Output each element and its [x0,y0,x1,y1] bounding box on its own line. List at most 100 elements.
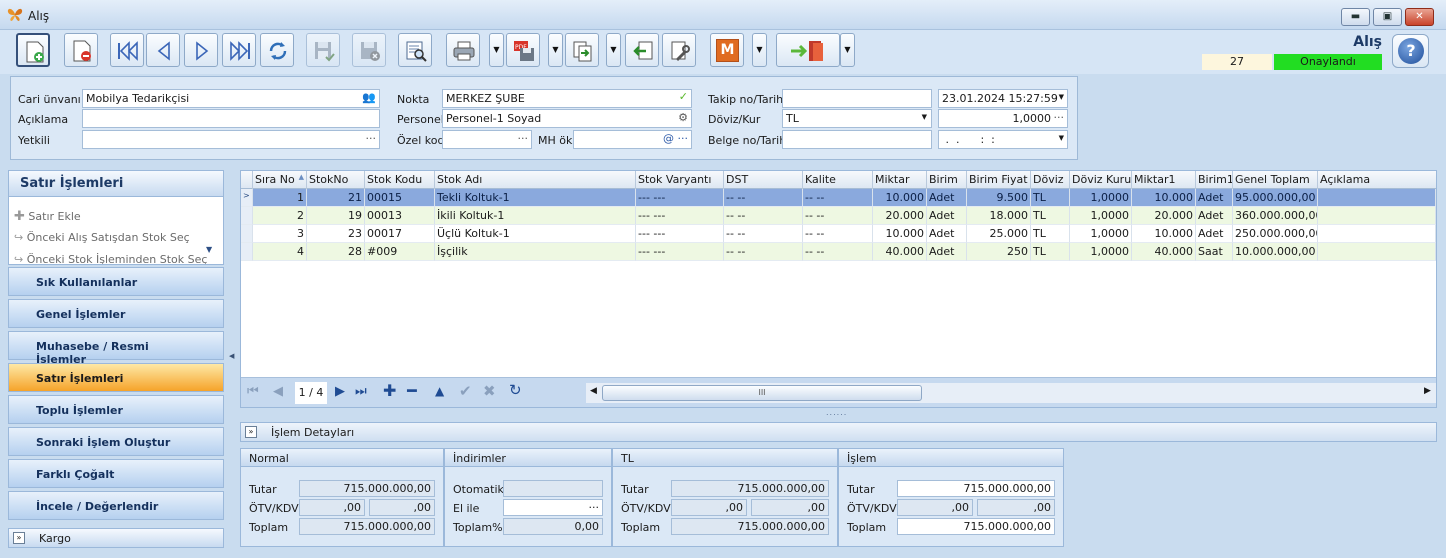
aciklama-field[interactable] [82,109,380,128]
col-header[interactable]: Genel Toplam [1233,171,1318,189]
nav-post-icon[interactable]: ✔ [459,382,472,400]
table-cell[interactable]: 1,0000 [1070,207,1132,225]
nav-satir-islemleri[interactable]: Satır İşlemleri [8,363,224,392]
table-cell[interactable]: İşçilik [435,243,636,261]
previous-record-button[interactable] [146,33,180,67]
belge-date-field[interactable]: . . : : ▼ [938,130,1068,149]
table-cell[interactable]: --- --- [636,225,724,243]
table-cell[interactable]: 4 [253,243,307,261]
col-header[interactable]: Stok Adı [435,171,636,189]
preview-button[interactable] [398,33,432,67]
save-close-button[interactable] [352,33,386,67]
table-cell[interactable]: 40.000 [873,243,927,261]
scroll-down-icon[interactable]: ▼ [206,245,212,254]
doviz-dropdown-icon[interactable]: ▼ [922,113,927,121]
expand-icon[interactable]: » [245,426,257,438]
row-indicator[interactable] [241,225,253,243]
table-cell[interactable]: Adet [1196,207,1233,225]
table-cell[interactable]: 1,0000 [1070,243,1132,261]
table-cell[interactable]: Üçlü Koltuk-1 [435,225,636,243]
table-cell[interactable]: -- -- [803,243,873,261]
takip-field[interactable] [782,89,932,108]
col-header[interactable]: Stok Kodu [365,171,435,189]
row-indicator[interactable] [241,243,253,261]
personel-field[interactable]: Personel-1 Soyad ⚙ [442,109,692,128]
nav-incele[interactable]: İncele / Değerlendir [8,491,224,520]
table-cell[interactable]: 40.000 [1132,243,1196,261]
doviz-select[interactable]: TL ▼ [782,109,932,128]
row-indicator[interactable]: > [241,189,253,207]
table-row[interactable]: >1 21 00015 Tekli Koltuk-1 --- --- -- -- -- --… [241,189,1436,207]
table-cell[interactable]: 10.000 [1132,189,1196,207]
table-cell[interactable]: Saat [1196,243,1233,261]
table-cell[interactable] [1318,243,1436,261]
delete-record-button[interactable] [64,33,98,67]
table-cell[interactable]: 1,0000 [1070,189,1132,207]
transfer-button[interactable] [565,33,599,67]
pdf-dropdown-button[interactable]: ▼ [548,33,563,67]
date-dropdown-icon[interactable]: ▼ [1059,93,1064,101]
next-record-button[interactable] [184,33,218,67]
nav-muhasebe[interactable]: Muhasebe / Resmi İşlemler [8,331,224,366]
table-cell[interactable]: --- --- [636,243,724,261]
expand-icon[interactable]: » [13,532,25,544]
exit-dropdown-button[interactable]: ▼ [840,33,855,67]
table-cell[interactable]: 250.000.000,00 [1233,225,1318,243]
table-cell[interactable]: 28 [307,243,365,261]
table-cell[interactable]: 2 [253,207,307,225]
table-cell[interactable]: 1 [253,189,307,207]
table-cell[interactable]: -- -- [803,189,873,207]
refresh-button[interactable] [260,33,294,67]
table-cell[interactable]: 19 [307,207,365,225]
table-cell[interactable]: -- -- [724,225,803,243]
col-header[interactable]: Birim [927,171,967,189]
nav-last-icon[interactable]: ⏭ [355,384,367,399]
minimize-button[interactable]: ▬ [1341,8,1370,26]
help-button[interactable]: ? [1392,34,1429,68]
table-cell[interactable]: Adet [927,189,967,207]
nav-farkli-cogalt[interactable]: Farklı Çoğalt [8,459,224,488]
table-cell[interactable]: #009 [365,243,435,261]
save-button[interactable] [306,33,340,67]
col-header[interactable]: DST [724,171,803,189]
nav-cancel-icon[interactable]: ✖ [483,382,496,400]
first-record-button[interactable] [110,33,144,67]
m-module-button[interactable]: M [710,33,744,67]
table-cell[interactable]: -- -- [803,225,873,243]
elile-field[interactable]: ··· [503,499,603,516]
yetkili-field[interactable]: ··· [82,130,380,149]
table-cell[interactable]: 10.000 [873,225,927,243]
nav-prev-icon[interactable]: ◀ [273,384,283,399]
check-icon[interactable]: ✓ [679,90,688,103]
table-cell[interactable]: 10.000 [873,189,927,207]
table-cell[interactable]: Adet [1196,189,1233,207]
table-row[interactable]: 3 23 00017 Üçlü Koltuk-1 --- --- -- -- -- -- 10… [241,225,1436,243]
table-cell[interactable]: 00015 [365,189,435,207]
table-cell[interactable]: 20.000 [1132,207,1196,225]
col-header[interactable]: Döviz Kuru [1070,171,1132,189]
kur-field[interactable]: 1,0000 ··· [938,109,1068,128]
table-cell[interactable]: -- -- [724,207,803,225]
nokta-field[interactable]: MERKEZ ŞUBE ✓ [442,89,692,108]
belge-date-dropdown-icon[interactable]: ▼ [1059,134,1064,142]
mhok-at-button[interactable]: @ ··· [663,132,688,145]
sidebar-link-onceki-stok[interactable]: ↪ Önceki Stok İşleminden Stok Seç [14,253,207,264]
mhok-field[interactable]: @ ··· [573,130,692,149]
print-button[interactable] [446,33,480,67]
table-cell[interactable]: -- -- [724,189,803,207]
nav-insert-icon[interactable]: ✚ [383,381,396,400]
splitter-grip[interactable]: ...... [826,408,847,417]
ozelkod-field[interactable]: ··· [442,130,532,149]
sidebar-link-satir-ekle[interactable]: ✚ Satır Ekle [14,209,81,224]
horizontal-scrollbar[interactable]: ◀ III ▶ [586,383,1436,403]
nav-delete-icon[interactable]: ━ [407,381,417,400]
tools-button[interactable] [662,33,696,67]
scroll-right-icon[interactable]: ▶ [1424,386,1431,396]
table-cell[interactable]: 3 [253,225,307,243]
table-cell[interactable] [1318,225,1436,243]
table-cell[interactable]: 20.000 [873,207,927,225]
table-cell[interactable]: Adet [1196,225,1233,243]
table-cell[interactable]: TL [1031,207,1070,225]
col-header[interactable]: Sıra No ▲ [253,171,307,189]
sidebar-link-onceki-alis[interactable]: ↪ Önceki Alış Satışdan Stok Seç [14,231,190,244]
